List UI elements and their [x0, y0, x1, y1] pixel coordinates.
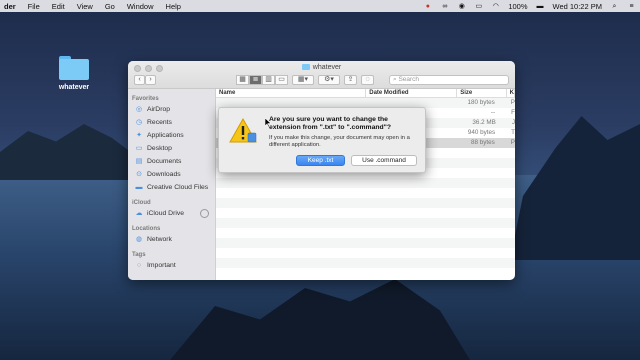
screen-record-icon[interactable]: ◉	[457, 2, 466, 11]
table-row	[216, 258, 515, 268]
sidebar-item-desktop[interactable]: ▭ Desktop	[128, 142, 215, 155]
forward-button[interactable]: ›	[145, 74, 156, 85]
column-name-header[interactable]: Name	[216, 89, 367, 97]
menu-edit[interactable]: Edit	[52, 2, 65, 11]
column-view-button[interactable]: ▥	[262, 74, 275, 85]
table-row	[216, 238, 515, 248]
clock-icon: ◷	[135, 119, 143, 126]
keep-txt-button[interactable]: Keep .txt	[296, 155, 345, 166]
alert-message: If you make this change, your document m…	[269, 135, 410, 148]
creative-cloud-icon[interactable]: ∞	[440, 2, 449, 11]
favorites-header: Favorites	[132, 96, 159, 102]
record-icon[interactable]: ●	[423, 2, 432, 11]
battery-percent[interactable]: 100%	[508, 2, 527, 11]
sidebar-item-downloads[interactable]: ⊙ Downloads	[128, 168, 215, 181]
battery-icon[interactable]: ▬	[536, 2, 545, 11]
list-header: Name Date Modified Size K	[216, 89, 515, 98]
menu-window[interactable]: Window	[127, 2, 154, 11]
app-menu[interactable]: der	[4, 2, 16, 11]
extension-change-alert: Are you sure you want to change the exte…	[218, 107, 426, 173]
airdrop-icon: ◎	[135, 106, 143, 113]
folder-icon: ▬	[135, 184, 143, 191]
wifi-icon[interactable]: ◠	[491, 2, 500, 11]
desktop-wallpaper-mountain	[0, 124, 140, 180]
tag-icon: ○	[136, 262, 142, 269]
search-input[interactable]: ⌕ Search	[389, 74, 509, 85]
warning-icon	[229, 118, 257, 143]
column-size-header[interactable]: Size	[457, 89, 507, 97]
folder-icon	[301, 64, 310, 70]
table-row	[216, 198, 515, 208]
desktop-folder-label: whatever	[58, 84, 90, 91]
menu-file[interactable]: File	[28, 2, 40, 11]
spotlight-icon[interactable]: ⌕	[610, 2, 619, 11]
group-button[interactable]: ▦▾	[292, 74, 314, 85]
control-icon[interactable]: ≡	[627, 2, 636, 11]
desktop-folder[interactable]: whatever	[52, 56, 96, 91]
finder-toolbar: ‹ › ▦ ≣ ▥ ▭ ▦▾ ⚙▾ ⇪ ◌ ⌕ Search	[134, 74, 509, 85]
mouse-cursor-icon	[265, 118, 271, 127]
gallery-view-button[interactable]: ▭	[275, 74, 288, 85]
table-row	[216, 248, 515, 258]
table-row	[216, 188, 515, 198]
icloud-header: iCloud	[132, 200, 151, 206]
sidebar-item-applications[interactable]: ✦ Applications	[128, 129, 215, 142]
folder-icon	[59, 56, 89, 80]
sidebar-item-airdrop[interactable]: ◎ AirDrop	[128, 103, 215, 116]
back-button[interactable]: ‹	[134, 74, 145, 85]
finder-sidebar: Favorites ◎ AirDrop ◷ Recents ✦ Application…	[128, 89, 216, 280]
alert-title: Are you sure you want to change the exte…	[269, 116, 392, 131]
window-title: whatever	[128, 64, 515, 71]
table-row	[216, 268, 515, 278]
tag-button[interactable]: ◌	[361, 74, 374, 85]
sidebar-item-network[interactable]: ◍ Network	[128, 233, 215, 246]
tags-header: Tags	[132, 252, 146, 258]
table-row	[216, 218, 515, 228]
progress-ring-icon	[200, 209, 209, 218]
menu-bar: der File Edit View Go Window Help ● ∞ ◉ …	[0, 0, 640, 12]
document-icon: ▤	[135, 158, 143, 165]
display-icon[interactable]: ▭	[474, 2, 483, 11]
column-kind-header[interactable]: K	[507, 89, 515, 97]
menu-help[interactable]: Help	[166, 2, 181, 11]
table-row	[216, 178, 515, 188]
globe-icon: ◍	[135, 236, 143, 243]
downloads-icon: ⊙	[136, 171, 142, 178]
finder-titlebar: whatever ‹ › ▦ ≣ ▥ ▭ ▦▾ ⚙▾ ⇪ ◌ ⌕ Search	[128, 61, 515, 89]
icon-view-button[interactable]: ▦	[236, 74, 249, 85]
share-icon[interactable]: ⇪	[344, 74, 357, 85]
sidebar-item-tag-important[interactable]: ○ Important	[128, 259, 215, 272]
menu-go[interactable]: Go	[105, 2, 115, 11]
sidebar-item-documents[interactable]: ▤ Documents	[128, 155, 215, 168]
desktop-icon: ▭	[135, 145, 143, 152]
sidebar-item-recents[interactable]: ◷ Recents	[128, 116, 215, 129]
cloud-icon: ☁	[135, 210, 143, 217]
column-date-header[interactable]: Date Modified	[366, 89, 458, 97]
table-row	[216, 208, 515, 218]
table-row	[216, 228, 515, 238]
sidebar-item-icloud-drive[interactable]: ☁ iCloud Drive	[128, 207, 215, 220]
action-gear-icon[interactable]: ⚙▾	[318, 74, 340, 85]
applications-icon: ✦	[136, 132, 142, 139]
clock[interactable]: Wed 10:22 PM	[553, 2, 602, 11]
menu-view[interactable]: View	[77, 2, 93, 11]
list-view-button[interactable]: ≣	[249, 74, 262, 85]
sidebar-item-creative-cloud[interactable]: ▬ Creative Cloud Files	[128, 181, 215, 194]
locations-header: Locations	[132, 226, 161, 232]
use-command-button[interactable]: Use .command	[351, 155, 417, 166]
